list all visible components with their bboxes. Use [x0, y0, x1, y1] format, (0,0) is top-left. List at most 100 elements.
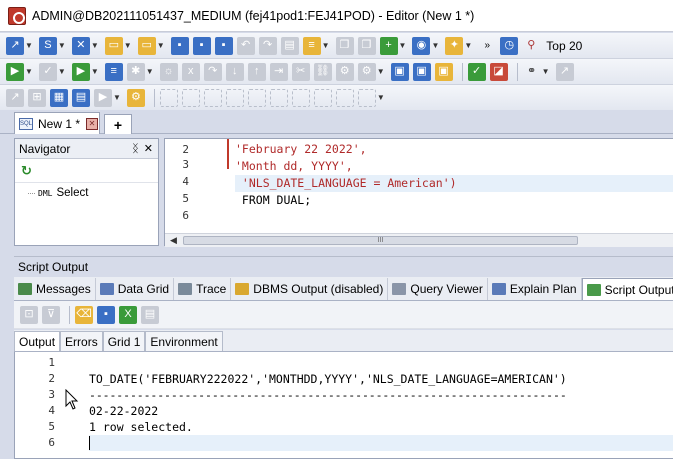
tab-grid-1[interactable]: Grid 1 — [102, 331, 146, 351]
dropdown-arrow-icon[interactable]: ▼ — [431, 41, 439, 50]
paste-icon[interactable]: ❐ — [357, 36, 376, 55]
migrate-icon[interactable]: ↗ — [6, 88, 24, 107]
tab-messages[interactable]: Messages — [14, 278, 96, 300]
sql-icon[interactable]: S — [38, 36, 57, 55]
dropdown-arrow-icon[interactable]: ▼ — [542, 67, 550, 76]
dropdown-arrow-icon[interactable]: ▼ — [91, 41, 99, 50]
dropdown-arrow-icon[interactable]: ▼ — [58, 67, 66, 76]
step-over-icon[interactable]: ↷ — [203, 62, 222, 81]
filter-icon[interactable]: ⊽ — [42, 305, 60, 324]
dropdown-arrow-icon[interactable]: ▼ — [399, 41, 407, 50]
dropdown-arrow-icon[interactable]: ▼ — [146, 67, 154, 76]
connection-icon[interactable]: ◉ — [412, 36, 431, 55]
run-script-icon[interactable]: ▶ — [71, 62, 90, 81]
tab-query-viewer[interactable]: Query Viewer — [388, 278, 488, 300]
play-icon[interactable]: ▶ — [94, 88, 112, 107]
plugin-gear-icon[interactable]: ⚙ — [126, 88, 145, 107]
scroll-left-icon[interactable]: ◀ — [170, 235, 177, 246]
step-out-icon[interactable]: ↑ — [247, 62, 266, 81]
tab-environment[interactable]: Environment — [145, 331, 223, 351]
dropdown-arrow-icon[interactable]: ▼ — [113, 93, 121, 102]
top-n-label[interactable]: Top 20 — [546, 39, 582, 53]
clear-output-icon[interactable]: ⌫ — [75, 305, 93, 324]
dropdown-arrow-icon[interactable]: ▼ — [322, 41, 330, 50]
data-modeler-icon[interactable]: ⊞ — [28, 88, 46, 107]
refresh-icon[interactable]: ↻ — [21, 163, 32, 179]
compile-icon[interactable]: ⚙ — [335, 62, 354, 81]
dropdown-arrow-icon[interactable]: ▼ — [377, 67, 385, 76]
close-tab-icon[interactable]: ✕ — [86, 117, 99, 130]
find-binoculars-icon[interactable]: ⚭ — [523, 63, 541, 81]
excel-export-icon[interactable]: X — [119, 305, 137, 324]
dropdown-arrow-icon[interactable]: ▼ — [124, 41, 132, 50]
dropdown-arrow-icon[interactable]: ▼ — [464, 41, 472, 50]
tab-errors[interactable]: Errors — [60, 331, 103, 351]
dropdown-arrow-icon[interactable]: ▼ — [25, 41, 33, 50]
sql-format-icon[interactable]: ≡ — [302, 36, 321, 55]
scrollbar-thumb[interactable]: III — [183, 236, 578, 245]
link-icon[interactable]: ⛓ — [313, 62, 332, 81]
tab-dbms-output[interactable]: DBMS Output (disabled) — [231, 278, 389, 300]
cut-icon[interactable]: ✂ — [291, 62, 310, 81]
open-recent-icon[interactable]: ▭ — [137, 36, 156, 55]
snippets-icon[interactable]: ✦ — [445, 36, 464, 55]
sql-editor[interactable]: 2 3 4 5 6 'February 22 2022', 'Month dd,… — [164, 138, 673, 247]
run-statement-icon[interactable]: ▶ — [6, 62, 24, 81]
close-icon[interactable]: ✕ — [144, 142, 153, 155]
main-toolbar-row-2: ▶ ▼ ✓ ▼ ▶ ▼ ≡ ✱ ▼ ☼ x ↷ ↓ ↑ ⇥ ✂ ⛓ ⚙ ⚙ ▼ ▣ ▣ ▣… — [0, 59, 673, 85]
dropdown-arrow-icon[interactable]: ▼ — [157, 41, 165, 50]
resume-icon[interactable]: ⇥ — [269, 62, 288, 81]
bookmark-icon[interactable]: ↗ — [555, 62, 574, 81]
print-icon[interactable]: ▤ — [280, 36, 299, 55]
tab-data-grid[interactable]: Data Grid — [96, 278, 175, 300]
dropdown-arrow-icon[interactable]: ▼ — [91, 67, 99, 76]
unit-test-icon[interactable]: ▣ — [390, 62, 409, 81]
horizontal-scrollbar[interactable]: ◀ III — [165, 233, 673, 247]
navigator-item-select[interactable]: ···· DML Select — [15, 183, 158, 203]
messages-icon — [18, 283, 32, 295]
debug-icon[interactable]: ☼ — [159, 62, 178, 81]
variables-icon[interactable]: x — [181, 62, 200, 81]
save-all-icon[interactable]: ▪ — [214, 36, 233, 55]
sql-history-icon[interactable]: ▤ — [72, 88, 90, 107]
tab-new-1[interactable]: SQL New 1 * ✕ — [14, 112, 100, 134]
explain-plan-icon[interactable]: ≡ — [104, 62, 123, 81]
open-folder-icon[interactable]: ▭ — [104, 36, 123, 55]
sql-worksheet-icon[interactable]: ↗ — [6, 36, 24, 55]
add-tab-button[interactable]: + — [104, 114, 132, 134]
dropdown-arrow-icon[interactable]: ▼ — [25, 67, 33, 76]
save-icon[interactable]: ▪ — [170, 36, 189, 55]
pin-output-icon[interactable]: ⊡ — [20, 305, 38, 324]
autotrace-icon[interactable]: ✱ — [126, 62, 145, 81]
print-output-icon[interactable]: ▤ — [141, 305, 159, 324]
window-title: ADMIN@DB202111051437_MEDIUM (fej41pod1:F… — [32, 8, 475, 23]
save-output-icon[interactable]: ▪ — [97, 305, 115, 324]
line-number: 3 — [48, 388, 55, 401]
copy-icon[interactable]: ❐ — [335, 36, 354, 55]
tab-script-output[interactable]: Script Output — [581, 278, 673, 300]
tab-explain-plan[interactable]: Explain Plan — [488, 278, 582, 300]
navigator-toolbar: ↻ — [15, 159, 158, 183]
report-icon[interactable]: ▣ — [412, 62, 431, 81]
chart-icon[interactable]: ▦ — [50, 88, 68, 107]
step-into-icon[interactable]: ↓ — [225, 62, 244, 81]
script-output-area[interactable]: 1 2 3 4 5 6 TO_DATE('FEBRUARY222022','MO… — [14, 352, 673, 459]
dropdown-arrow-icon[interactable]: ▼ — [377, 93, 385, 102]
tab-output[interactable]: Output — [14, 331, 61, 351]
new-connection-icon[interactable]: + — [379, 36, 398, 55]
check-list-icon[interactable]: ✓ — [467, 62, 486, 81]
eraser-icon[interactable]: ◪ — [489, 62, 508, 81]
history-icon[interactable]: ◷ — [500, 36, 519, 55]
save-as-icon[interactable]: ▪ — [192, 36, 211, 55]
pin-icon[interactable]: ᛝ — [132, 143, 139, 155]
redo-icon[interactable]: ↷ — [258, 36, 277, 55]
overflow-chevron-icon[interactable]: » — [478, 37, 496, 55]
search-icon[interactable]: ⚲ — [522, 37, 540, 55]
dropdown-arrow-icon[interactable]: ▼ — [58, 41, 66, 50]
dbms-output-icon[interactable]: ▣ — [434, 62, 453, 81]
tab-trace[interactable]: Trace — [174, 278, 232, 300]
undo-icon[interactable]: ↶ — [236, 36, 255, 55]
clear-icon[interactable]: ✕ — [71, 36, 90, 55]
compile-debug-icon[interactable]: ⚙ — [357, 62, 376, 81]
commit-icon[interactable]: ✓ — [38, 62, 57, 81]
